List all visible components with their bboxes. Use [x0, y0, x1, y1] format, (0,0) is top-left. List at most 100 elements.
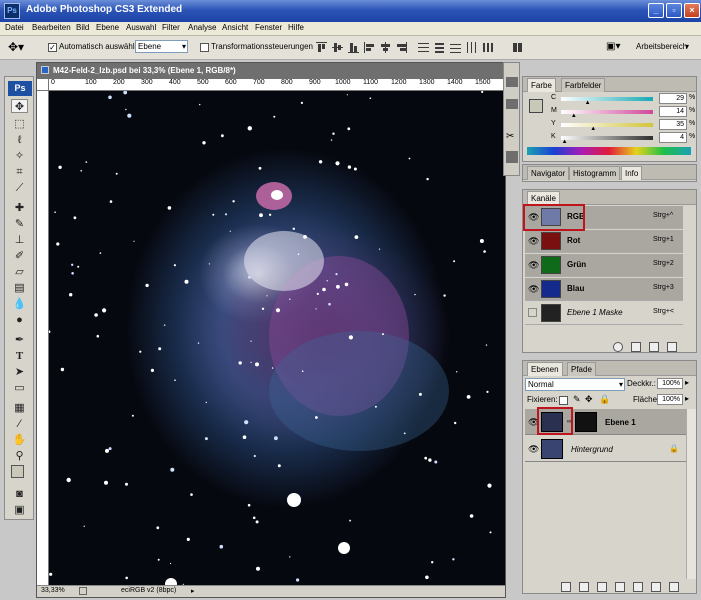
- channel-row[interactable]: 👁 Rot Strg+1: [525, 230, 683, 253]
- distribute-bottom-icon[interactable]: [450, 42, 461, 53]
- history-panel-icon[interactable]: [506, 77, 518, 87]
- horizontal-ruler[interactable]: 0 100 200 300 400 500 600 700 800 900 10…: [49, 79, 505, 91]
- healing-brush-icon[interactable]: ✚: [11, 201, 28, 215]
- add-mask-icon[interactable]: [597, 582, 607, 592]
- save-selection-icon[interactable]: [631, 342, 641, 352]
- layer-row-hintergrund[interactable]: 👁 Hintergrund 🔒: [525, 436, 686, 462]
- hand-tool-icon[interactable]: ✋: [11, 433, 28, 447]
- menu-fenster[interactable]: Fenster: [255, 23, 282, 32]
- color-slider[interactable]: [561, 136, 653, 140]
- brushes-panel-icon[interactable]: [506, 151, 518, 163]
- actions-panel-icon[interactable]: [506, 99, 518, 109]
- path-select-icon[interactable]: ➤: [11, 365, 28, 379]
- gradient-tool-icon[interactable]: ▤: [11, 281, 28, 295]
- ruler-origin[interactable]: [37, 79, 49, 91]
- vertical-ruler[interactable]: [37, 91, 49, 585]
- color-value-input[interactable]: 4: [659, 132, 687, 143]
- layer-mask-thumbnail[interactable]: [575, 412, 597, 432]
- delete-layer-icon[interactable]: [669, 582, 679, 592]
- slider-handle-icon[interactable]: ▲: [562, 139, 568, 145]
- load-selection-icon[interactable]: [613, 342, 623, 352]
- menu-filter[interactable]: Filter: [162, 23, 180, 32]
- eraser-tool-icon[interactable]: ▱: [11, 265, 28, 279]
- layer-name[interactable]: Ebene 1: [605, 418, 636, 427]
- align-top-icon[interactable]: [316, 42, 327, 53]
- tab-kanaele[interactable]: Kanäle: [527, 191, 560, 205]
- auto-align-icon[interactable]: [512, 42, 523, 53]
- history-brush-icon[interactable]: ✐: [11, 249, 28, 263]
- eye-icon[interactable]: 👁: [528, 284, 539, 295]
- layer-name[interactable]: Hintergrund: [571, 445, 613, 454]
- lasso-tool-icon[interactable]: ℓ: [11, 133, 28, 147]
- lock-pixels-icon[interactable]: ✎: [573, 394, 581, 405]
- align-left-icon[interactable]: [364, 42, 375, 53]
- status-options-icon[interactable]: [79, 587, 87, 595]
- color-value-input[interactable]: 35: [659, 119, 687, 130]
- lock-all-icon[interactable]: 🔒: [599, 394, 610, 405]
- new-channel-icon[interactable]: [649, 342, 659, 352]
- close-button[interactable]: ×: [684, 3, 700, 18]
- eye-icon[interactable]: 👁: [528, 260, 539, 271]
- pen-tool-icon[interactable]: ✒: [11, 333, 28, 347]
- visibility-box[interactable]: [528, 308, 537, 317]
- zoom-level[interactable]: 33,33%: [41, 587, 65, 594]
- tab-pfade[interactable]: Pfade: [567, 362, 596, 376]
- delete-channel-icon[interactable]: [667, 342, 677, 352]
- fill-arrow-icon[interactable]: ▸: [685, 394, 689, 403]
- tab-farbe[interactable]: Farbe: [527, 78, 556, 92]
- eyedropper-icon[interactable]: ⁄: [11, 417, 28, 431]
- clone-stamp-icon[interactable]: ⊥: [11, 233, 28, 247]
- color-slider[interactable]: [561, 97, 653, 101]
- move-tool-preset-icon[interactable]: ✥▾: [8, 40, 30, 56]
- distribute-vcenter-icon[interactable]: [434, 42, 445, 53]
- channel-row[interactable]: 👁 Grün Strg+2: [525, 254, 683, 277]
- align-hcenter-icon[interactable]: [380, 42, 391, 53]
- tab-navigator[interactable]: Navigator: [527, 166, 570, 180]
- blend-mode-dropdown[interactable]: Normal ▾: [525, 378, 625, 391]
- menu-bild[interactable]: Bild: [76, 23, 89, 32]
- magic-wand-icon[interactable]: ✧: [11, 149, 28, 163]
- status-arrow-icon[interactable]: ▸: [191, 587, 195, 595]
- tab-info[interactable]: Info: [621, 166, 643, 180]
- tab-histogramm[interactable]: Histogramm: [569, 166, 621, 180]
- new-layer-icon[interactable]: [651, 582, 661, 592]
- menu-ansicht[interactable]: Ansicht: [222, 23, 248, 32]
- tab-farbfelder[interactable]: Farbfelder: [561, 78, 606, 92]
- color-slider[interactable]: [561, 123, 653, 127]
- lock-transparency-icon[interactable]: [559, 396, 568, 405]
- eye-icon[interactable]: 👁: [528, 444, 539, 455]
- menu-hilfe[interactable]: Hilfe: [288, 23, 304, 32]
- layers-scrollbar[interactable]: [686, 409, 696, 579]
- color-value-input[interactable]: 29: [659, 93, 687, 104]
- fill-input[interactable]: 100%: [657, 394, 683, 405]
- tab-ebenen[interactable]: Ebenen: [527, 362, 563, 376]
- menu-datei[interactable]: Datei: [5, 23, 24, 32]
- dodge-tool-icon[interactable]: ●: [11, 313, 28, 327]
- maximize-button[interactable]: ▫: [666, 3, 682, 18]
- distribute-top-icon[interactable]: [418, 42, 429, 53]
- opacity-arrow-icon[interactable]: ▸: [685, 378, 689, 387]
- auto-select-dropdown[interactable]: Ebene ▾: [135, 40, 188, 53]
- crop-tool-icon[interactable]: ⌗: [11, 165, 28, 179]
- auto-select-checkbox[interactable]: ✓: [48, 43, 57, 52]
- move-tool-icon[interactable]: ✥: [11, 99, 28, 113]
- distribute-hcenter-icon[interactable]: [482, 42, 493, 53]
- color-value-input[interactable]: 14: [659, 106, 687, 117]
- workspace-button[interactable]: Arbeitsbereich: [636, 42, 687, 51]
- quick-mask-icon[interactable]: ◙: [11, 487, 28, 501]
- zoom-tool-icon[interactable]: ⚲: [11, 449, 28, 463]
- color-spectrum-bar[interactable]: [527, 147, 691, 155]
- shape-tool-icon[interactable]: ▭: [11, 381, 28, 395]
- menu-analyse[interactable]: Analyse: [188, 23, 216, 32]
- notes-tool-icon[interactable]: ▦: [11, 401, 28, 415]
- channel-row[interactable]: Ebene 1 Maske Strg+<: [525, 302, 683, 325]
- link-layers-icon[interactable]: [561, 582, 571, 592]
- eye-icon[interactable]: 👁: [528, 236, 539, 247]
- lock-position-icon[interactable]: ✥: [585, 394, 593, 405]
- menu-ebene[interactable]: Ebene: [96, 23, 119, 32]
- menu-auswahl[interactable]: Auswahl: [126, 23, 156, 32]
- workspace-icon[interactable]: ▣▾: [606, 41, 624, 53]
- layer-style-icon[interactable]: [579, 582, 589, 592]
- brush-tool-icon[interactable]: ✎: [11, 217, 28, 231]
- slice-tool-icon[interactable]: ⟋: [11, 181, 28, 195]
